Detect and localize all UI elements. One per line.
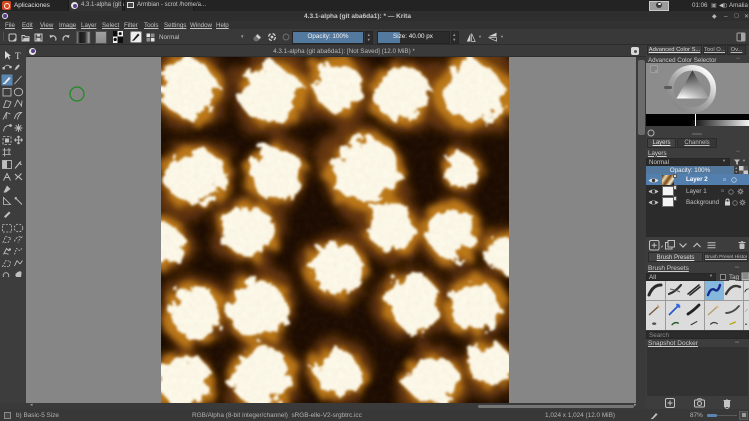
svg-text:T: T xyxy=(15,51,21,61)
